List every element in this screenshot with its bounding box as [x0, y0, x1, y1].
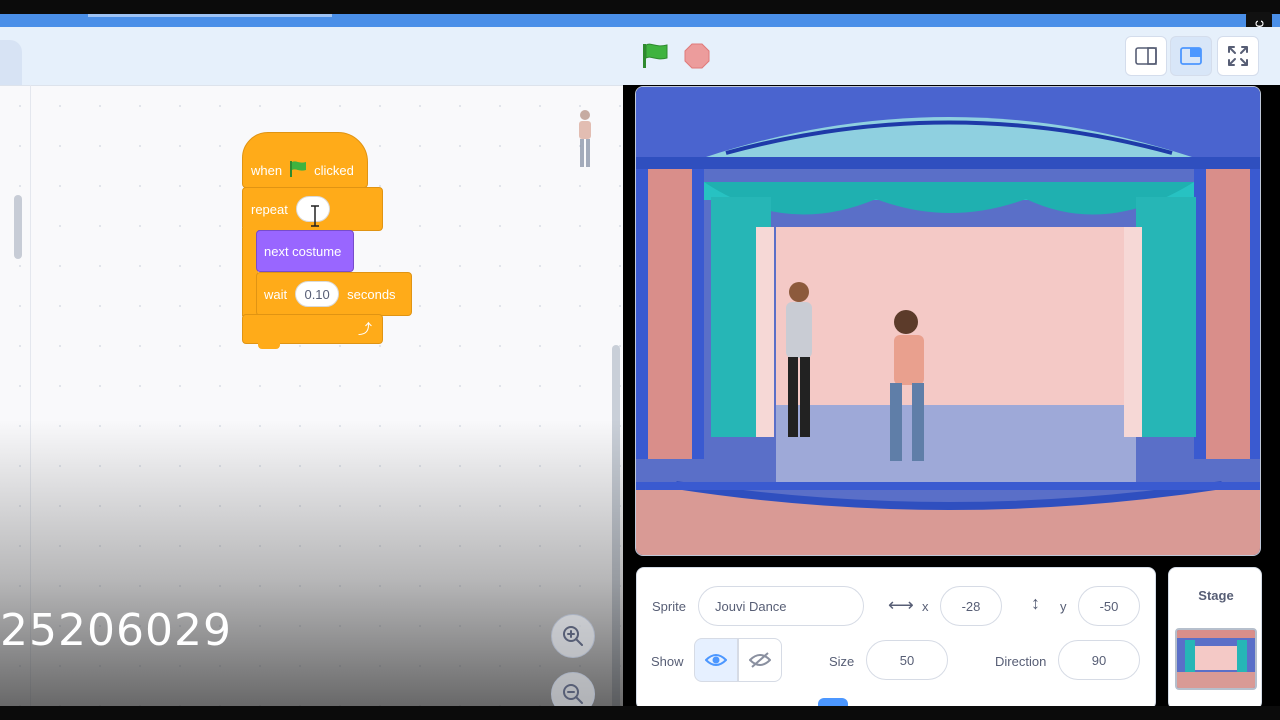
stage-panel-label: Stage — [1198, 588, 1234, 603]
loop-arrow-icon: ⤴ — [358, 321, 372, 337]
direction-label: Direction — [995, 654, 1047, 669]
repeat-label: repeat — [251, 201, 288, 217]
stage-canvas[interactable] — [635, 86, 1261, 556]
x-arrows-icon: ⟷ — [888, 595, 914, 615]
zoom-in-icon — [563, 626, 583, 646]
sprite-label: Sprite — [652, 599, 686, 614]
small-stage-icon — [1135, 47, 1157, 65]
y-label: y — [1060, 599, 1067, 614]
hat-when-label: when — [251, 162, 283, 178]
stop-icon — [684, 43, 710, 69]
wait-label: wait — [264, 286, 288, 302]
repeat-block-tail — [258, 341, 280, 349]
stage-thumbnail[interactable] — [1175, 628, 1257, 690]
show-hidden-button[interactable] — [738, 638, 782, 682]
green-flag-icon — [288, 160, 308, 181]
editor-tab[interactable] — [0, 40, 22, 85]
zoom-in-button[interactable] — [551, 614, 595, 658]
x-position-input[interactable]: -28 — [940, 586, 1002, 626]
fullscreen-button[interactable] — [1217, 36, 1259, 76]
workspace-scrollbar[interactable] — [612, 345, 620, 710]
overlay-number: 25206029 — [0, 605, 232, 656]
bottom-frame — [0, 706, 1280, 720]
green-flag-button[interactable] — [640, 42, 670, 70]
top-frame — [0, 0, 1280, 14]
when-flag-clicked-block[interactable]: when clicked — [242, 132, 368, 188]
text-cursor-icon — [310, 205, 319, 227]
active-tab-indicator — [88, 14, 332, 17]
y-arrows-icon: ↕ — [1031, 593, 1040, 613]
repeat-block-end: ⤴ — [242, 314, 383, 344]
direction-input[interactable]: 90 — [1058, 640, 1140, 680]
next-costume-block[interactable]: next costume — [256, 230, 354, 272]
zoom-out-icon — [563, 684, 583, 704]
show-visible-button[interactable] — [694, 638, 738, 682]
show-label: Show — [651, 654, 684, 669]
sprite-name-input[interactable]: Jouvi Dance — [698, 586, 864, 626]
green-flag-icon — [643, 43, 668, 68]
wait-value-input[interactable]: 0.10 — [295, 281, 340, 307]
x-label: x — [922, 599, 929, 614]
repeat-block[interactable]: repeat — [242, 187, 383, 231]
theater-backdrop — [636, 87, 1260, 555]
normal-stage-icon — [1180, 47, 1202, 65]
stop-button[interactable] — [684, 43, 710, 69]
size-label: Size — [829, 654, 855, 669]
fullscreen-icon — [1228, 46, 1248, 66]
size-input[interactable]: 50 — [866, 640, 948, 680]
sprite-watermark — [572, 108, 598, 174]
palette-scrollbar[interactable] — [14, 195, 22, 259]
repeat-count-input[interactable] — [295, 196, 330, 227]
next-costume-label: next costume — [264, 243, 342, 259]
eye-icon — [705, 654, 727, 666]
small-stage-button[interactable] — [1125, 36, 1167, 76]
wait-block[interactable]: wait 0.10 seconds — [256, 272, 412, 316]
normal-stage-button[interactable] — [1170, 36, 1212, 76]
y-position-input[interactable]: -50 — [1078, 586, 1140, 626]
hat-clicked-label: clicked — [314, 162, 354, 178]
eye-slash-icon — [749, 652, 771, 668]
browser-tab-bar — [0, 14, 1280, 27]
wait-seconds-label: seconds — [347, 286, 396, 302]
stage-selector-panel[interactable]: Stage — [1168, 567, 1262, 710]
